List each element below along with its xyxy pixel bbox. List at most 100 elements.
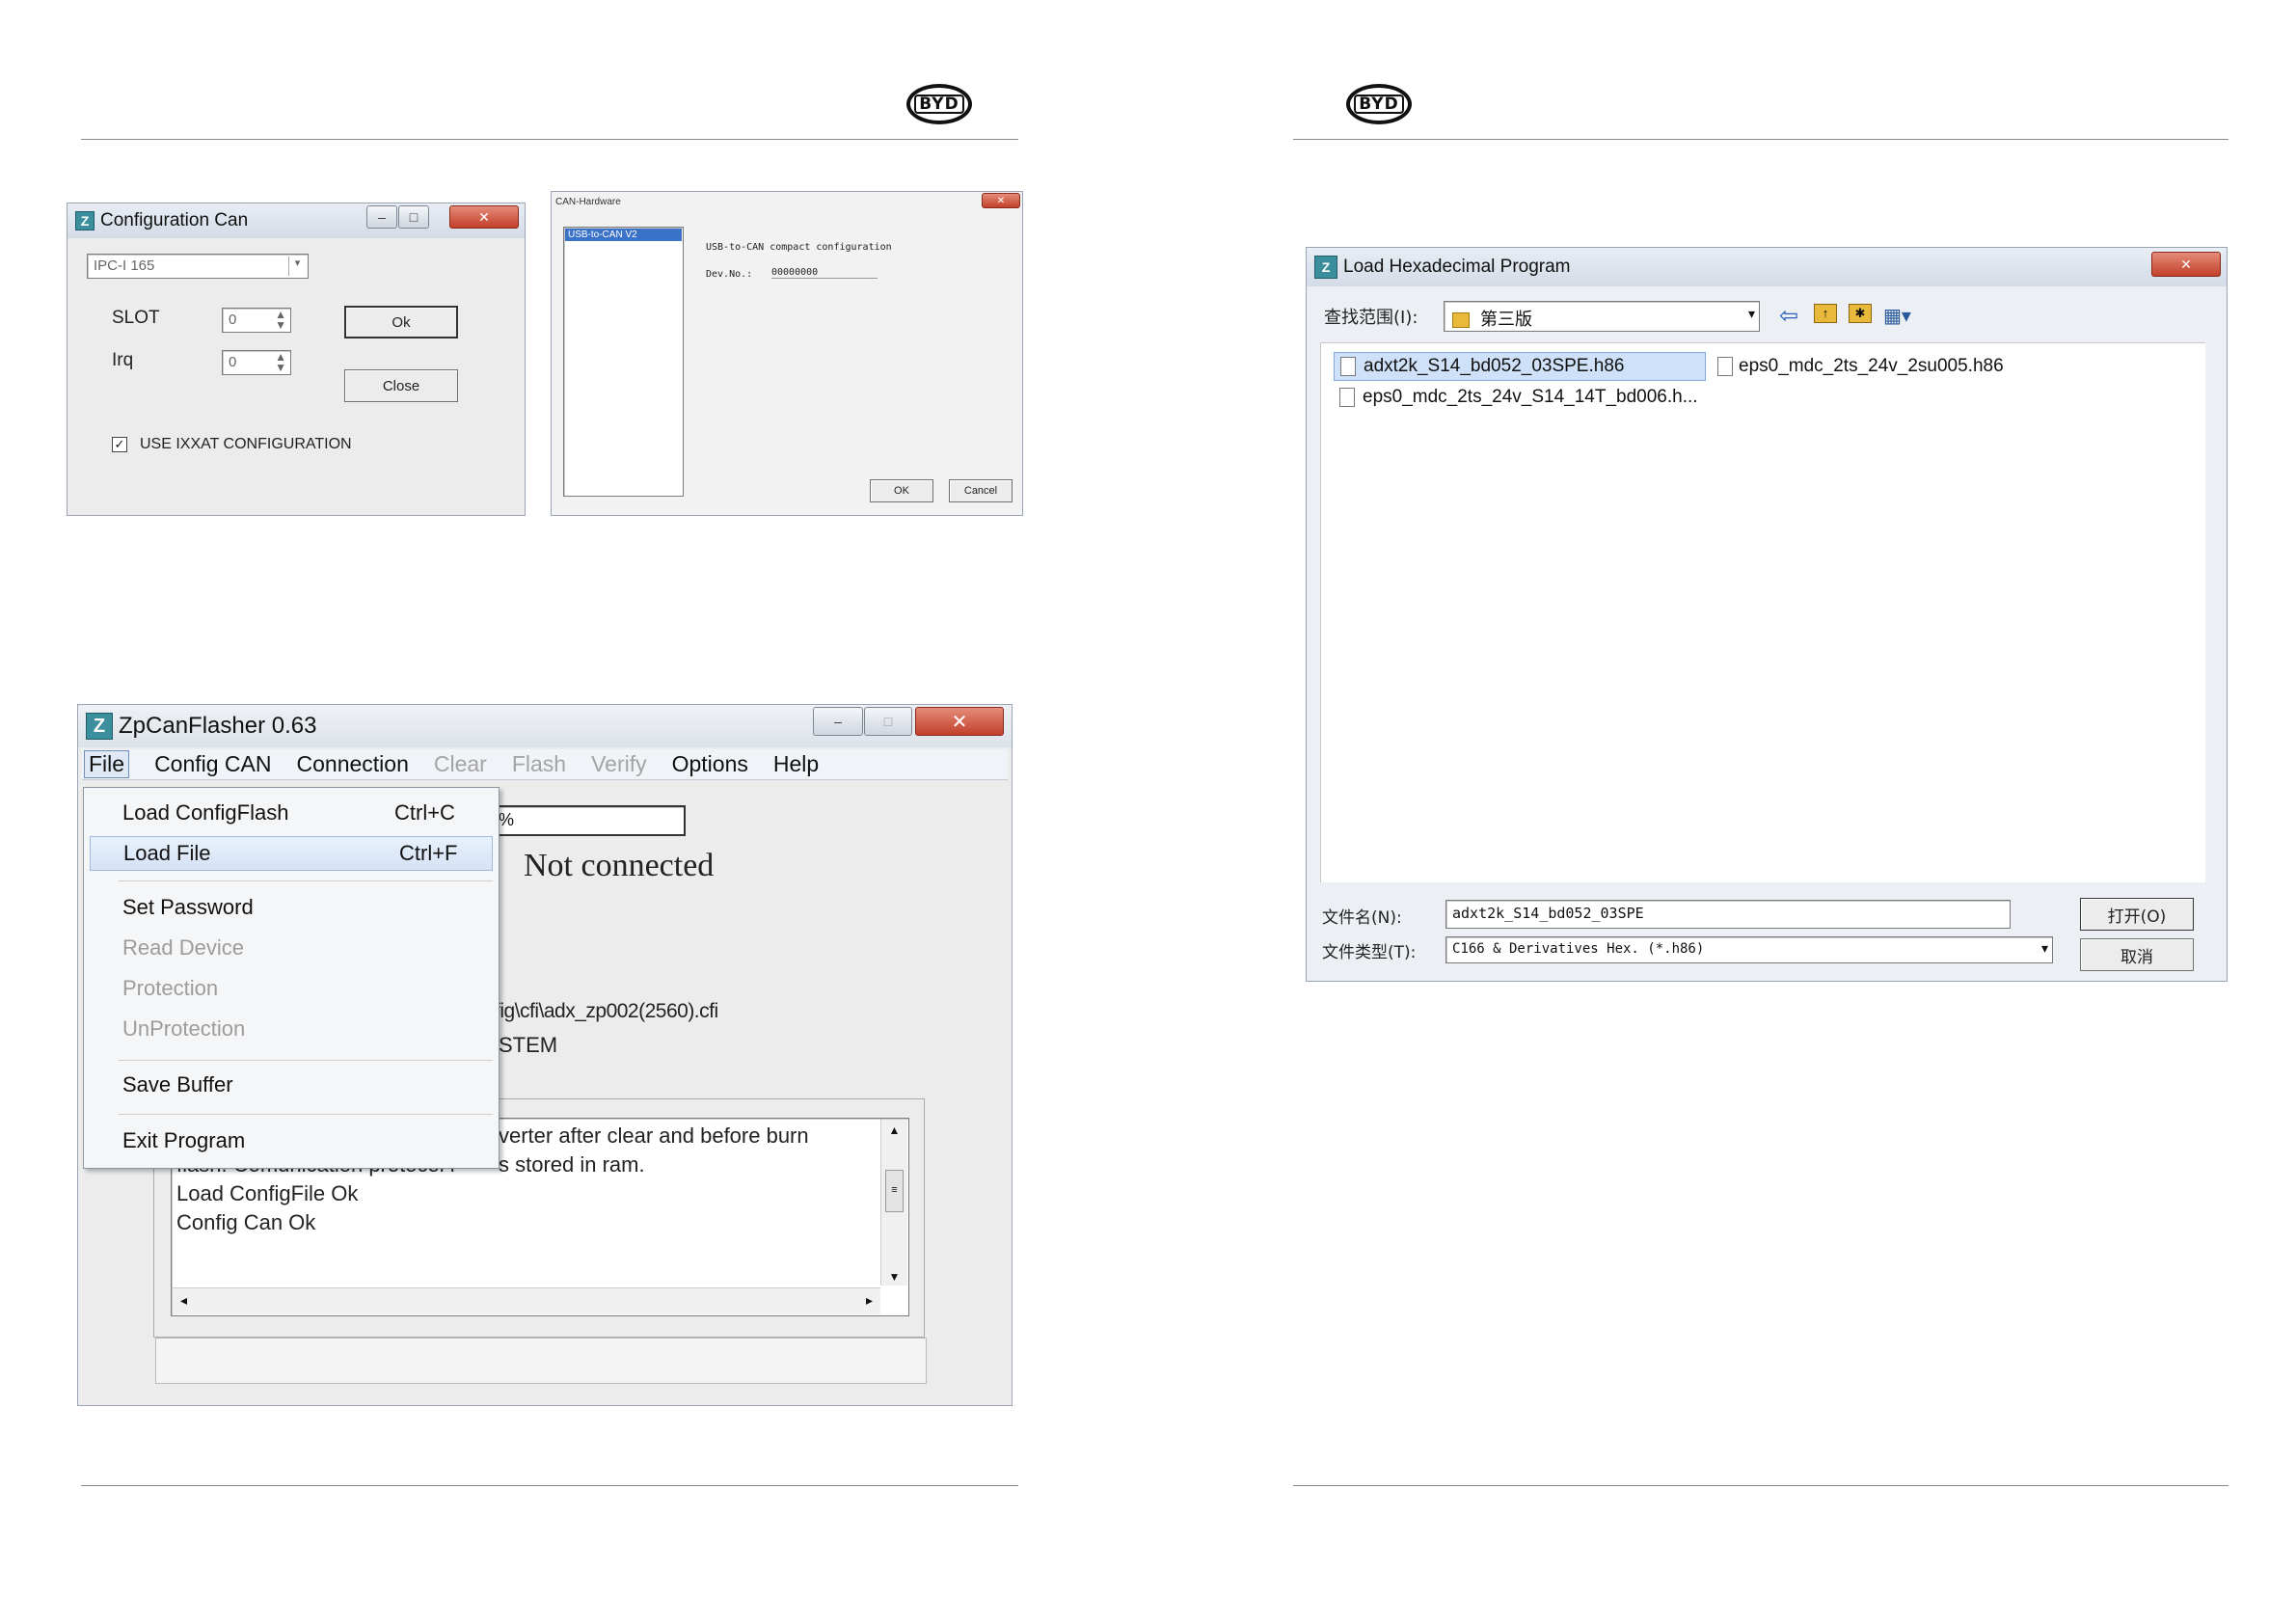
scroll-down-icon[interactable]: ▼ — [881, 1270, 907, 1284]
close-icon[interactable]: ✕ — [982, 193, 1020, 208]
file-list[interactable]: adxt2k_S14_bd052_03SPE.h86 eps0_mdc_2ts_… — [1320, 342, 2205, 882]
app-icon: Z — [75, 211, 95, 230]
menu-item-label: Save Buffer — [122, 1072, 233, 1096]
cancel-button[interactable]: Cancel — [949, 479, 1013, 502]
file-icon — [1717, 357, 1733, 376]
back-icon[interactable]: ⇦ — [1779, 302, 1798, 330]
cancel-button[interactable]: 取消 — [2080, 938, 2194, 971]
minimize-button[interactable]: – — [366, 205, 397, 229]
close-button[interactable]: Close — [344, 369, 458, 402]
menu-flash[interactable]: Flash — [512, 751, 566, 777]
menu-connection[interactable]: Connection — [297, 751, 409, 777]
ok-button[interactable]: OK — [870, 479, 933, 502]
scroll-up-icon[interactable]: ▲ — [881, 1123, 907, 1137]
file-item[interactable]: eps0_mdc_2ts_24v_2su005.h86 — [1712, 352, 2004, 381]
load-hex-window: Z Load Hexadecimal Program ✕ 查找范围(I): 第三… — [1306, 247, 2228, 982]
chevron-down-icon: ▾ — [288, 257, 306, 276]
ok-label: OK — [894, 485, 909, 497]
close-label: Close — [382, 377, 420, 394]
slot-label: SLOT — [112, 308, 160, 328]
hardware-list-item[interactable]: USB-to-CAN V2 — [565, 229, 682, 241]
horizontal-scrollbar[interactable]: ◂ ▸ — [173, 1287, 880, 1314]
file-icon — [1339, 388, 1355, 407]
filename-input[interactable]: adxt2k_S14_bd052_03SPE — [1445, 900, 2011, 929]
maximize-button[interactable]: □ — [864, 707, 912, 736]
menu-item-save-buffer[interactable]: Save Buffer — [84, 1068, 499, 1102]
menu-item-unprotection[interactable]: UnProtection — [84, 1012, 499, 1046]
scroll-thumb[interactable]: ≡ — [885, 1170, 904, 1212]
ok-button[interactable]: Ok — [344, 306, 458, 338]
up-folder-icon[interactable]: ↑ — [1814, 304, 1837, 323]
chevron-down-icon: ▾ — [1747, 306, 1755, 321]
file-name: adxt2k_S14_bd052_03SPE.h86 — [1364, 356, 1625, 376]
scroll-left-icon[interactable]: ◂ — [180, 1292, 187, 1309]
filename-value: adxt2k_S14_bd052_03SPE — [1452, 905, 1644, 922]
view-menu-icon[interactable]: ▦▾ — [1883, 304, 1911, 328]
header-rule-left — [81, 139, 1018, 140]
menu-separator — [119, 880, 493, 881]
dev-no-value[interactable]: 00000000 — [771, 267, 878, 279]
cancel-label: Cancel — [963, 485, 998, 497]
log-line: verter after clear and before burn — [499, 1123, 809, 1148]
hardware-list[interactable]: USB-to-CAN V2 — [563, 227, 684, 497]
new-folder-icon[interactable]: ✱ — [1849, 304, 1872, 323]
menu-item-label: UnProtection — [122, 1016, 246, 1041]
maximize-button[interactable]: □ — [398, 205, 429, 229]
menu-item-protection[interactable]: Protection — [84, 971, 499, 1006]
scroll-right-icon[interactable]: ▸ — [866, 1292, 873, 1309]
minimize-button[interactable]: – — [813, 707, 863, 736]
device-select[interactable]: IPC-I 165 ▾ — [87, 254, 309, 279]
menu-item-set-password[interactable]: Set Password — [84, 890, 499, 925]
file-item[interactable]: eps0_mdc_2ts_24v_S14_14T_bd006.h... — [1334, 383, 1698, 412]
file-name: eps0_mdc_2ts_24v_2su005.h86 — [1739, 356, 2004, 376]
menu-clear[interactable]: Clear — [434, 751, 487, 777]
chevron-down-icon: ▾ — [2040, 940, 2048, 956]
menu-help[interactable]: Help — [773, 751, 819, 777]
config-path: fig\cfi\adx_zp002(2560).cfi — [495, 1000, 718, 1022]
footer-rule-left — [81, 1485, 1018, 1486]
spinner-arrows-icon: ▲ ▼ — [275, 350, 286, 374]
file-item-selected[interactable]: adxt2k_S14_bd052_03SPE.h86 — [1334, 352, 1706, 381]
config-title: USB-to-CAN compact configuration — [706, 242, 892, 253]
menu-item-label: Load File — [123, 841, 211, 865]
status-bar — [155, 1338, 927, 1384]
menu-options[interactable]: Options — [672, 751, 748, 777]
menu-verify[interactable]: Verify — [591, 751, 647, 777]
menu-config-can[interactable]: Config CAN — [154, 751, 271, 777]
window-title: Configuration Can — [100, 210, 249, 230]
menu-item-exit-program[interactable]: Exit Program — [84, 1123, 499, 1158]
look-in-label: 查找范围(I): — [1324, 308, 1418, 328]
folder-select[interactable]: 第三版 ▾ — [1444, 301, 1760, 332]
window-title: Load Hexadecimal Program — [1343, 257, 1571, 277]
filetype-label: 文件类型(T): — [1322, 943, 1417, 962]
menu-item-load-configflash[interactable]: Load ConfigFlash Ctrl+C — [84, 796, 499, 830]
use-ixxat-checkbox[interactable]: ✓ — [112, 437, 127, 452]
byd-logo-left: BYD — [906, 84, 972, 124]
folder-name: 第三版 — [1480, 310, 1533, 330]
configuration-can-window: Z Configuration Can – □ ✕ IPC-I 165 ▾ SL… — [67, 203, 526, 516]
slot-value: 0 — [229, 311, 237, 328]
irq-label: Irq — [112, 350, 134, 370]
ok-label: Ok — [392, 313, 411, 331]
menu-item-load-file[interactable]: Load File Ctrl+F — [90, 836, 493, 871]
menubar: File Config CAN Connection Clear Flash V… — [82, 749, 1008, 780]
footer-rule-right — [1293, 1485, 2228, 1486]
close-icon[interactable]: ✕ — [449, 205, 519, 229]
close-icon[interactable]: ✕ — [2151, 252, 2221, 277]
cancel-label: 取消 — [2120, 947, 2153, 967]
menu-separator — [119, 1114, 493, 1115]
open-label: 打开(O) — [2107, 907, 2167, 927]
filetype-value: C166 & Derivatives Hex. (*.h86) — [1452, 941, 1705, 957]
menu-item-read-device[interactable]: Read Device — [84, 931, 499, 965]
irq-spinner[interactable]: 0 ▲ ▼ — [222, 350, 291, 375]
filetype-select[interactable]: C166 & Derivatives Hex. (*.h86) ▾ — [1445, 936, 2053, 963]
open-button[interactable]: 打开(O) — [2080, 898, 2194, 931]
can-hardware-window: CAN-Hardware ✕ USB-to-CAN V2 USB-to-CAN … — [551, 191, 1023, 516]
menu-file[interactable]: File — [84, 750, 130, 778]
menu-item-label: Read Device — [122, 935, 244, 960]
menu-item-shortcut: Ctrl+C — [394, 800, 455, 825]
slot-spinner[interactable]: 0 ▲ ▼ — [222, 308, 291, 333]
close-icon[interactable]: ✕ — [915, 707, 1004, 736]
vertical-scrollbar[interactable]: ▲ ≡ ▼ — [880, 1120, 907, 1286]
device-select-value: IPC-I 165 — [94, 257, 155, 274]
